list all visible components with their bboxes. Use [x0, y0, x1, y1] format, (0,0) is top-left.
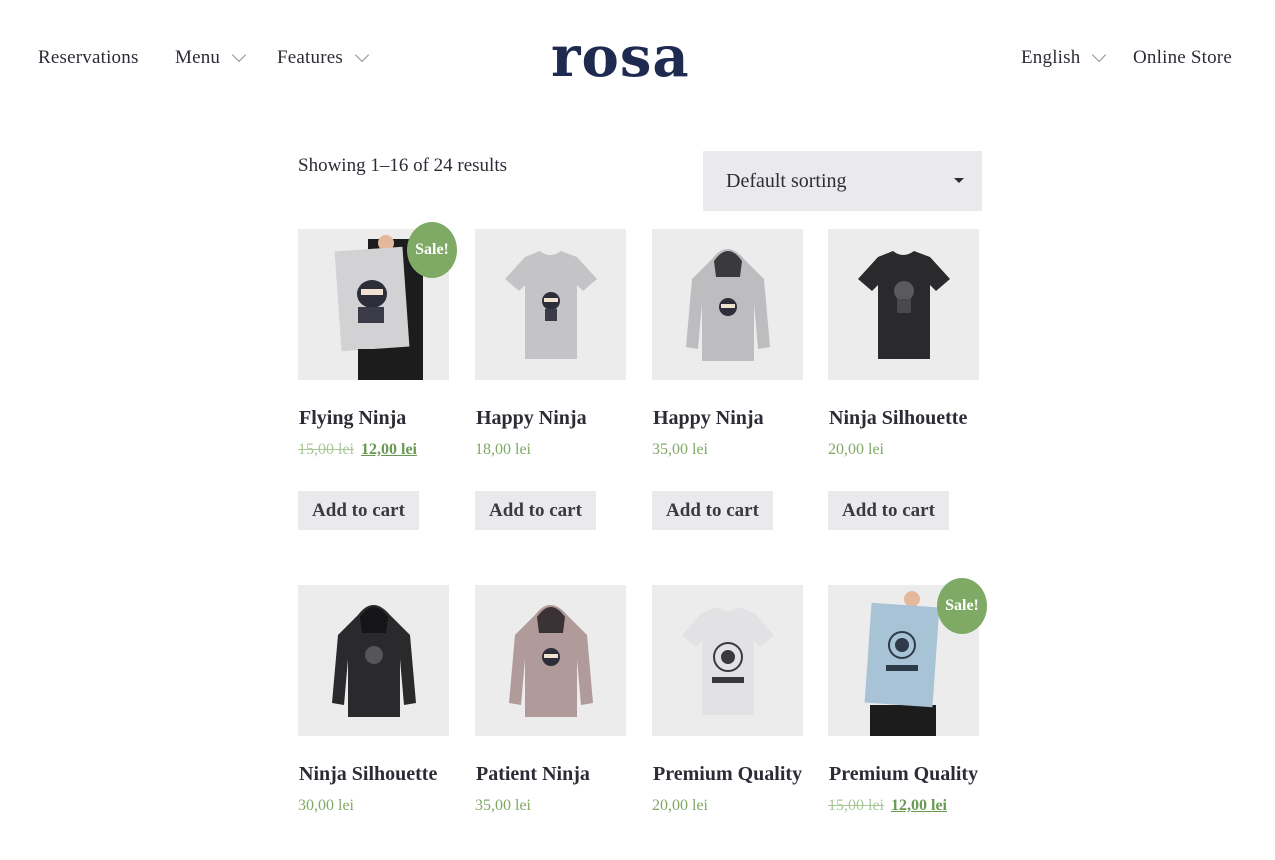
chevron-down-icon — [232, 47, 247, 63]
nav-menu[interactable]: Menu — [175, 47, 247, 69]
nav-menu-label: Menu — [175, 47, 221, 68]
product-title[interactable]: Happy Ninja — [476, 407, 587, 430]
product-title[interactable]: Happy Ninja — [653, 407, 764, 430]
price: 30,00 lei — [298, 797, 354, 814]
product-card: Sale! Premium Quality 15,00 lei 12,00 le… — [828, 578, 987, 814]
product-card: Ninja Silhouette 20,00 lei Add to cart — [828, 229, 980, 530]
product-image[interactable] — [475, 229, 626, 380]
product-card: Happy Ninja 35,00 lei Add to cart — [652, 229, 804, 530]
sale-badge: Sale! — [937, 578, 987, 634]
tshirt-image — [858, 251, 950, 359]
product-title[interactable]: Flying Ninja — [299, 407, 406, 430]
site-logo[interactable]: rosa — [551, 22, 690, 92]
product-title[interactable]: Premium Quality — [653, 763, 802, 786]
price: 20,00 lei — [828, 441, 884, 458]
add-to-cart-button[interactable]: Add to cart — [298, 491, 419, 530]
product-price: 20,00 lei — [828, 441, 884, 459]
product-card: Premium Quality 20,00 lei — [652, 585, 804, 814]
product-image[interactable] — [298, 585, 449, 736]
product-image[interactable] — [828, 229, 979, 380]
product-image[interactable] — [652, 585, 803, 736]
tshirt-image — [505, 251, 597, 359]
product-price: 15,00 lei 12,00 lei — [828, 797, 947, 815]
sale-badge: Sale! — [407, 222, 457, 278]
old-price: 15,00 lei — [828, 797, 884, 814]
product-card: Happy Ninja 18,00 lei Add to cart — [475, 229, 627, 530]
tshirt-image — [682, 607, 774, 715]
sale-price: 12,00 lei — [891, 797, 947, 814]
nav-online-store-label: Online Store — [1133, 47, 1232, 68]
product-title[interactable]: Ninja Silhouette — [829, 407, 967, 430]
add-to-cart-button[interactable]: Add to cart — [652, 491, 773, 530]
nav-features[interactable]: Features — [277, 47, 370, 69]
chevron-down-icon — [1092, 47, 1107, 63]
add-to-cart-button[interactable]: Add to cart — [828, 491, 949, 530]
product-price: 35,00 lei — [475, 797, 531, 815]
price: 20,00 lei — [652, 797, 708, 814]
hoodie-image — [686, 249, 770, 361]
language-switcher[interactable]: English — [1021, 47, 1107, 69]
sorting-selected-label: Default sorting — [726, 169, 847, 192]
nav-online-store[interactable]: Online Store — [1133, 47, 1232, 69]
add-to-cart-button[interactable]: Add to cart — [475, 491, 596, 530]
language-label: English — [1021, 47, 1081, 68]
price: 35,00 lei — [652, 441, 708, 458]
product-image[interactable] — [652, 229, 803, 380]
old-price: 15,00 lei — [298, 441, 354, 458]
product-title[interactable]: Patient Ninja — [476, 763, 590, 786]
hoodie-image — [332, 605, 416, 717]
product-price: 20,00 lei — [652, 797, 708, 815]
product-price: 30,00 lei — [298, 797, 354, 815]
product-card: Sale! Flying Ninja 15,00 lei 12,00 lei A… — [298, 222, 457, 530]
product-image[interactable] — [475, 585, 626, 736]
product-card: Patient Ninja 35,00 lei — [475, 585, 627, 814]
price: 35,00 lei — [475, 797, 531, 814]
product-price: 35,00 lei — [652, 441, 708, 459]
sale-price: 12,00 lei — [361, 441, 417, 458]
chevron-down-icon — [354, 47, 370, 63]
product-price: 18,00 lei — [475, 441, 531, 459]
product-price: 15,00 lei 12,00 lei — [298, 441, 417, 459]
nav-features-label: Features — [277, 47, 343, 68]
result-count: Showing 1–16 of 24 results — [298, 155, 507, 176]
product-title[interactable]: Premium Quality — [829, 763, 978, 786]
hoodie-image — [509, 605, 593, 717]
nav-reservations-label: Reservations — [38, 47, 139, 68]
price: 18,00 lei — [475, 441, 531, 458]
product-card: Ninja Silhouette 30,00 lei — [298, 585, 450, 814]
sorting-select[interactable]: Default sorting — [703, 151, 982, 211]
nav-reservations[interactable]: Reservations — [38, 47, 139, 69]
caret-down-icon — [954, 178, 964, 183]
product-title[interactable]: Ninja Silhouette — [299, 763, 437, 786]
